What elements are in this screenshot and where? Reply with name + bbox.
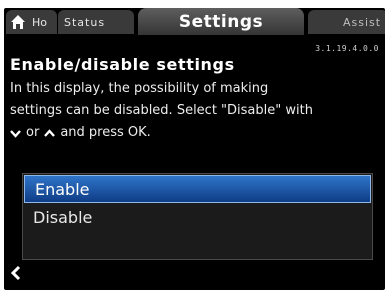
display-screen: Ho Status Settings Assist 3.1.19.4.0.0 E… <box>4 8 385 290</box>
page-title: Enable/disable settings <box>10 55 235 74</box>
tab-status-label: Status <box>64 15 106 29</box>
home-icon <box>11 15 25 29</box>
back-arrow-icon[interactable] <box>8 264 30 282</box>
option-list: Enable Disable <box>22 173 373 260</box>
tab-status[interactable]: Status <box>58 10 134 34</box>
chevron-up-icon <box>44 128 56 137</box>
chevron-down-icon <box>10 129 21 138</box>
tab-settings[interactable]: Settings <box>138 8 304 35</box>
description-or: or <box>26 125 40 140</box>
tab-assist[interactable]: Assist <box>308 10 385 34</box>
version-number: 3.1.19.4.0.0 <box>315 44 379 53</box>
tab-home[interactable]: Ho <box>6 10 57 34</box>
description-rest: and press OK. <box>60 125 151 140</box>
tab-home-label: Ho <box>32 15 48 29</box>
tab-assist-label: Assist <box>343 15 382 29</box>
tab-settings-label: Settings <box>178 11 264 32</box>
option-enable[interactable]: Enable <box>24 175 371 203</box>
description-line-2: settings can be disabled. Select "Disabl… <box>10 103 313 118</box>
description-line-3: or and press OK. <box>10 122 385 144</box>
description-line-1: In this display, the possibility of maki… <box>10 81 269 96</box>
option-disable[interactable]: Disable <box>23 204 372 232</box>
description: In this display, the possibility of maki… <box>10 78 385 144</box>
